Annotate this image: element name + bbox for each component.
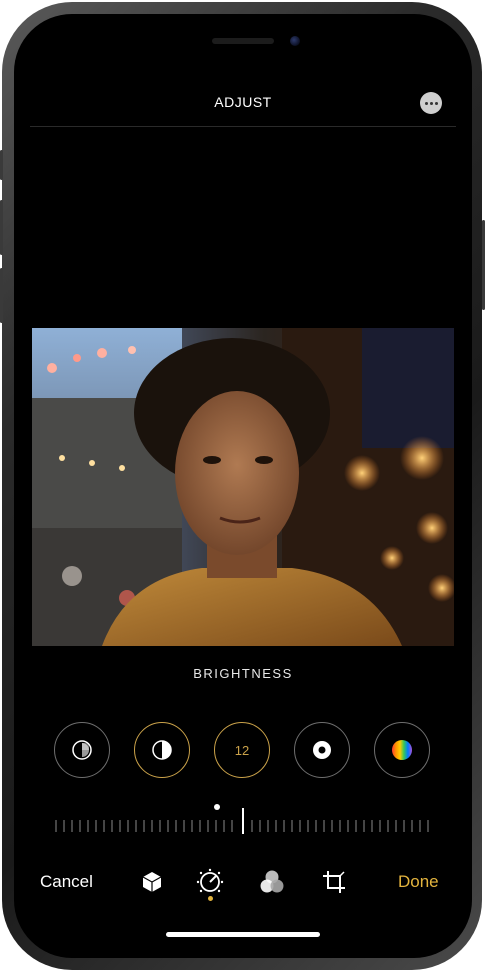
earpiece-speaker [212, 38, 274, 44]
adjustment-slider[interactable] [54, 804, 434, 834]
highlights-icon [313, 741, 331, 759]
slider-ticks [55, 820, 429, 832]
adjust-dial-icon[interactable] [196, 868, 224, 896]
active-tab-indicator [208, 896, 213, 901]
mute-switch [0, 150, 3, 180]
page-title: ADJUST [214, 94, 272, 110]
auto-enhance-button[interactable] [54, 722, 110, 778]
home-indicator[interactable] [166, 932, 320, 937]
phone-screen: ADJUST BRIGHTNESS 12 Cancel Done [14, 14, 472, 958]
volume-down-button [0, 268, 3, 323]
bottom-toolbar: Cancel Done [14, 866, 472, 902]
brightness-value: 12 [234, 742, 250, 758]
portrait-photo[interactable] [32, 328, 454, 646]
auto-enhance-icon [72, 740, 92, 760]
volume-up-button [0, 200, 3, 255]
brightness-button[interactable]: 12 [214, 722, 270, 778]
exposure-icon [152, 740, 172, 760]
ellipsis-icon [424, 101, 428, 105]
slider-indicator[interactable] [242, 808, 244, 834]
front-camera [290, 36, 300, 46]
cancel-button[interactable]: Cancel [40, 872, 93, 892]
power-button [482, 220, 485, 310]
divider [30, 126, 456, 127]
filters-icon[interactable] [258, 868, 286, 896]
crop-icon[interactable] [320, 868, 348, 896]
live-photo-icon[interactable] [138, 868, 166, 896]
highlights-button[interactable] [294, 722, 350, 778]
more-options-button[interactable] [420, 92, 442, 114]
adjustment-label: BRIGHTNESS [193, 666, 293, 681]
done-button[interactable]: Done [398, 872, 439, 892]
exposure-button[interactable] [134, 722, 190, 778]
saturation-button[interactable] [374, 722, 430, 778]
photo-image [32, 328, 454, 646]
saturation-icon [392, 740, 412, 760]
